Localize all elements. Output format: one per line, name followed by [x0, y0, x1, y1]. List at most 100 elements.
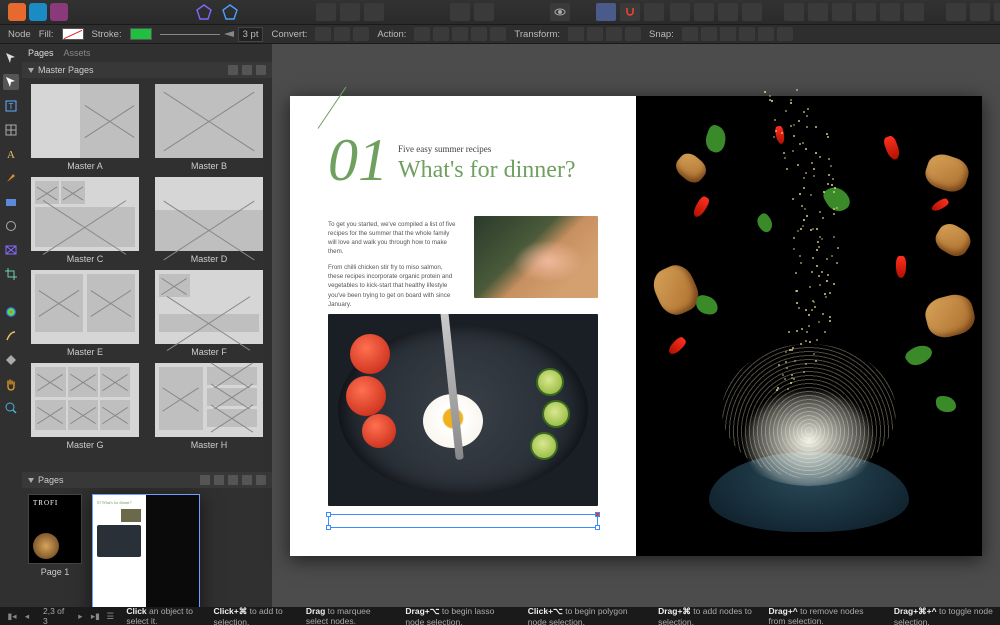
- overflow-handle-icon[interactable]: [595, 512, 600, 517]
- eggs-bowl-photo-frame[interactable]: [328, 314, 598, 506]
- master-pages-list[interactable]: Master AMaster B Master CMaster D Master…: [22, 78, 272, 472]
- action-smooth-icon[interactable]: [452, 27, 468, 41]
- snap-3-icon[interactable]: [720, 27, 736, 41]
- first-page-icon[interactable]: ▮◂: [6, 610, 18, 622]
- pages-list[interactable]: TROFI Page 1 01 What's for dinner? Pages…: [22, 488, 272, 607]
- resize-handle-icon[interactable]: [326, 525, 331, 530]
- spread-props-icon[interactable]: [340, 3, 360, 21]
- preview-mode-icon[interactable]: [550, 3, 570, 21]
- shape-tool-icon[interactable]: [3, 218, 19, 234]
- align-bottom-icon[interactable]: [904, 3, 924, 21]
- boolean-intersect-icon[interactable]: [994, 3, 1000, 21]
- add-page-icon[interactable]: [242, 475, 252, 485]
- doc-setup-icon[interactable]: [316, 3, 336, 21]
- master-page-thumb[interactable]: Master G: [28, 363, 142, 450]
- page-indicator[interactable]: 2,3 of 3: [43, 606, 64, 625]
- chapter-subtitle[interactable]: Five easy summer recipes: [398, 144, 576, 154]
- page-2[interactable]: 01 Five easy summer recipes What's for d…: [290, 96, 636, 556]
- stroke-width-value[interactable]: 3 pt: [238, 27, 264, 42]
- align-vcenter-icon[interactable]: [880, 3, 900, 21]
- action-close-icon[interactable]: [433, 27, 449, 41]
- convert-sharp-icon[interactable]: [315, 27, 331, 41]
- action-break-icon[interactable]: [414, 27, 430, 41]
- zoom-tool-icon[interactable]: [3, 400, 19, 416]
- next-page-icon[interactable]: ▸: [74, 610, 86, 622]
- master-pages-header[interactable]: Master Pages: [22, 62, 272, 78]
- last-page-icon[interactable]: ▸▮: [89, 610, 101, 622]
- snap-1-icon[interactable]: [682, 27, 698, 41]
- body-text-frame[interactable]: To get you started, we've compiled a lis…: [328, 220, 458, 316]
- snap-6-icon[interactable]: [777, 27, 793, 41]
- prev-page-icon[interactable]: ◂: [21, 610, 33, 622]
- pages-opt1-icon[interactable]: [214, 475, 224, 485]
- frame-text-tool-icon[interactable]: T: [3, 98, 19, 114]
- page-3[interactable]: [636, 96, 982, 556]
- canvas[interactable]: 01 Five easy summer recipes What's for d…: [272, 44, 1000, 607]
- delete-master-icon[interactable]: [256, 65, 266, 75]
- app-switch-photo-icon[interactable]: [8, 3, 26, 21]
- add-master-icon[interactable]: [242, 65, 252, 75]
- resize-handle-icon[interactable]: [595, 525, 600, 530]
- app-switch-publisher-icon[interactable]: [50, 3, 68, 21]
- preferences-icon[interactable]: [364, 3, 384, 21]
- chapter-title[interactable]: What's for dinner?: [398, 157, 576, 184]
- move-tool-icon[interactable]: [3, 50, 19, 66]
- transform-mode2-icon[interactable]: [587, 27, 603, 41]
- move-front-icon[interactable]: [742, 3, 762, 21]
- boolean-subtract-icon[interactable]: [970, 3, 990, 21]
- section-menu-icon[interactable]: ☰: [104, 610, 116, 622]
- transform-mode3-icon[interactable]: [606, 27, 622, 41]
- page-thumb-2-3[interactable]: 01 What's for dinner? Pages 2,3: [92, 494, 200, 607]
- snapping-icon[interactable]: [620, 3, 640, 21]
- action-join-icon[interactable]: [471, 27, 487, 41]
- brush-tool-icon[interactable]: [3, 328, 19, 344]
- convert-smooth-icon[interactable]: [334, 27, 350, 41]
- document-spread[interactable]: 01 Five easy summer recipes What's for d…: [290, 96, 982, 556]
- pen-tool-icon[interactable]: [3, 170, 19, 186]
- crop-tool-icon[interactable]: [3, 266, 19, 282]
- align-right-icon[interactable]: [832, 3, 852, 21]
- salmon-photo-frame[interactable]: [474, 216, 598, 298]
- node-tool-icon[interactable]: [3, 74, 19, 90]
- chapter-number[interactable]: 01: [328, 136, 388, 184]
- page-thumb-1[interactable]: TROFI Page 1: [28, 494, 82, 577]
- text-wrap-icon[interactable]: [474, 3, 494, 21]
- tab-assets[interactable]: Assets: [64, 48, 91, 58]
- table-tool-icon[interactable]: [3, 122, 19, 138]
- action-reverse-icon[interactable]: [490, 27, 506, 41]
- master-page-thumb[interactable]: Master F: [152, 270, 266, 357]
- snap-4-icon[interactable]: [739, 27, 755, 41]
- move-backone-icon[interactable]: [694, 3, 714, 21]
- master-page-thumb[interactable]: Master A: [28, 84, 142, 171]
- move-frontone-icon[interactable]: [718, 3, 738, 21]
- stroke-width-control[interactable]: 3 pt: [160, 27, 264, 42]
- hand-tool-icon[interactable]: [3, 376, 19, 392]
- align-hcenter-icon[interactable]: [808, 3, 828, 21]
- app-switch-designer-icon[interactable]: [29, 3, 47, 21]
- artistic-text-tool-icon[interactable]: A: [3, 146, 19, 162]
- stroke-swatch[interactable]: [130, 28, 152, 40]
- fill-swatch[interactable]: [62, 28, 84, 40]
- pages-section-header[interactable]: Pages: [22, 472, 272, 488]
- master-page-thumb[interactable]: Master H: [152, 363, 266, 450]
- anchor-icon[interactable]: [450, 3, 470, 21]
- transform-mode4-icon[interactable]: [625, 27, 641, 41]
- pages-view-icon[interactable]: [200, 475, 210, 485]
- snap-2-icon[interactable]: [701, 27, 717, 41]
- rectangle-tool-icon[interactable]: [3, 194, 19, 210]
- pages-opt2-icon[interactable]: [228, 475, 238, 485]
- align-top-icon[interactable]: [856, 3, 876, 21]
- fill-tool-icon[interactable]: [3, 352, 19, 368]
- persona-publisher-icon[interactable]: [194, 2, 214, 22]
- baseline-grid-icon[interactable]: [596, 3, 616, 21]
- master-page-thumb[interactable]: Master D: [152, 177, 266, 264]
- master-page-thumb[interactable]: Master C: [28, 177, 142, 264]
- convert-smart-icon[interactable]: [353, 27, 369, 41]
- master-page-thumb[interactable]: Master B: [152, 84, 266, 171]
- picture-frame-tool-icon[interactable]: [3, 242, 19, 258]
- clip-canvas-icon[interactable]: [644, 3, 664, 21]
- persona-designer-icon[interactable]: [220, 2, 240, 22]
- align-left-icon[interactable]: [784, 3, 804, 21]
- resize-handle-icon[interactable]: [326, 512, 331, 517]
- transform-mode1-icon[interactable]: [568, 27, 584, 41]
